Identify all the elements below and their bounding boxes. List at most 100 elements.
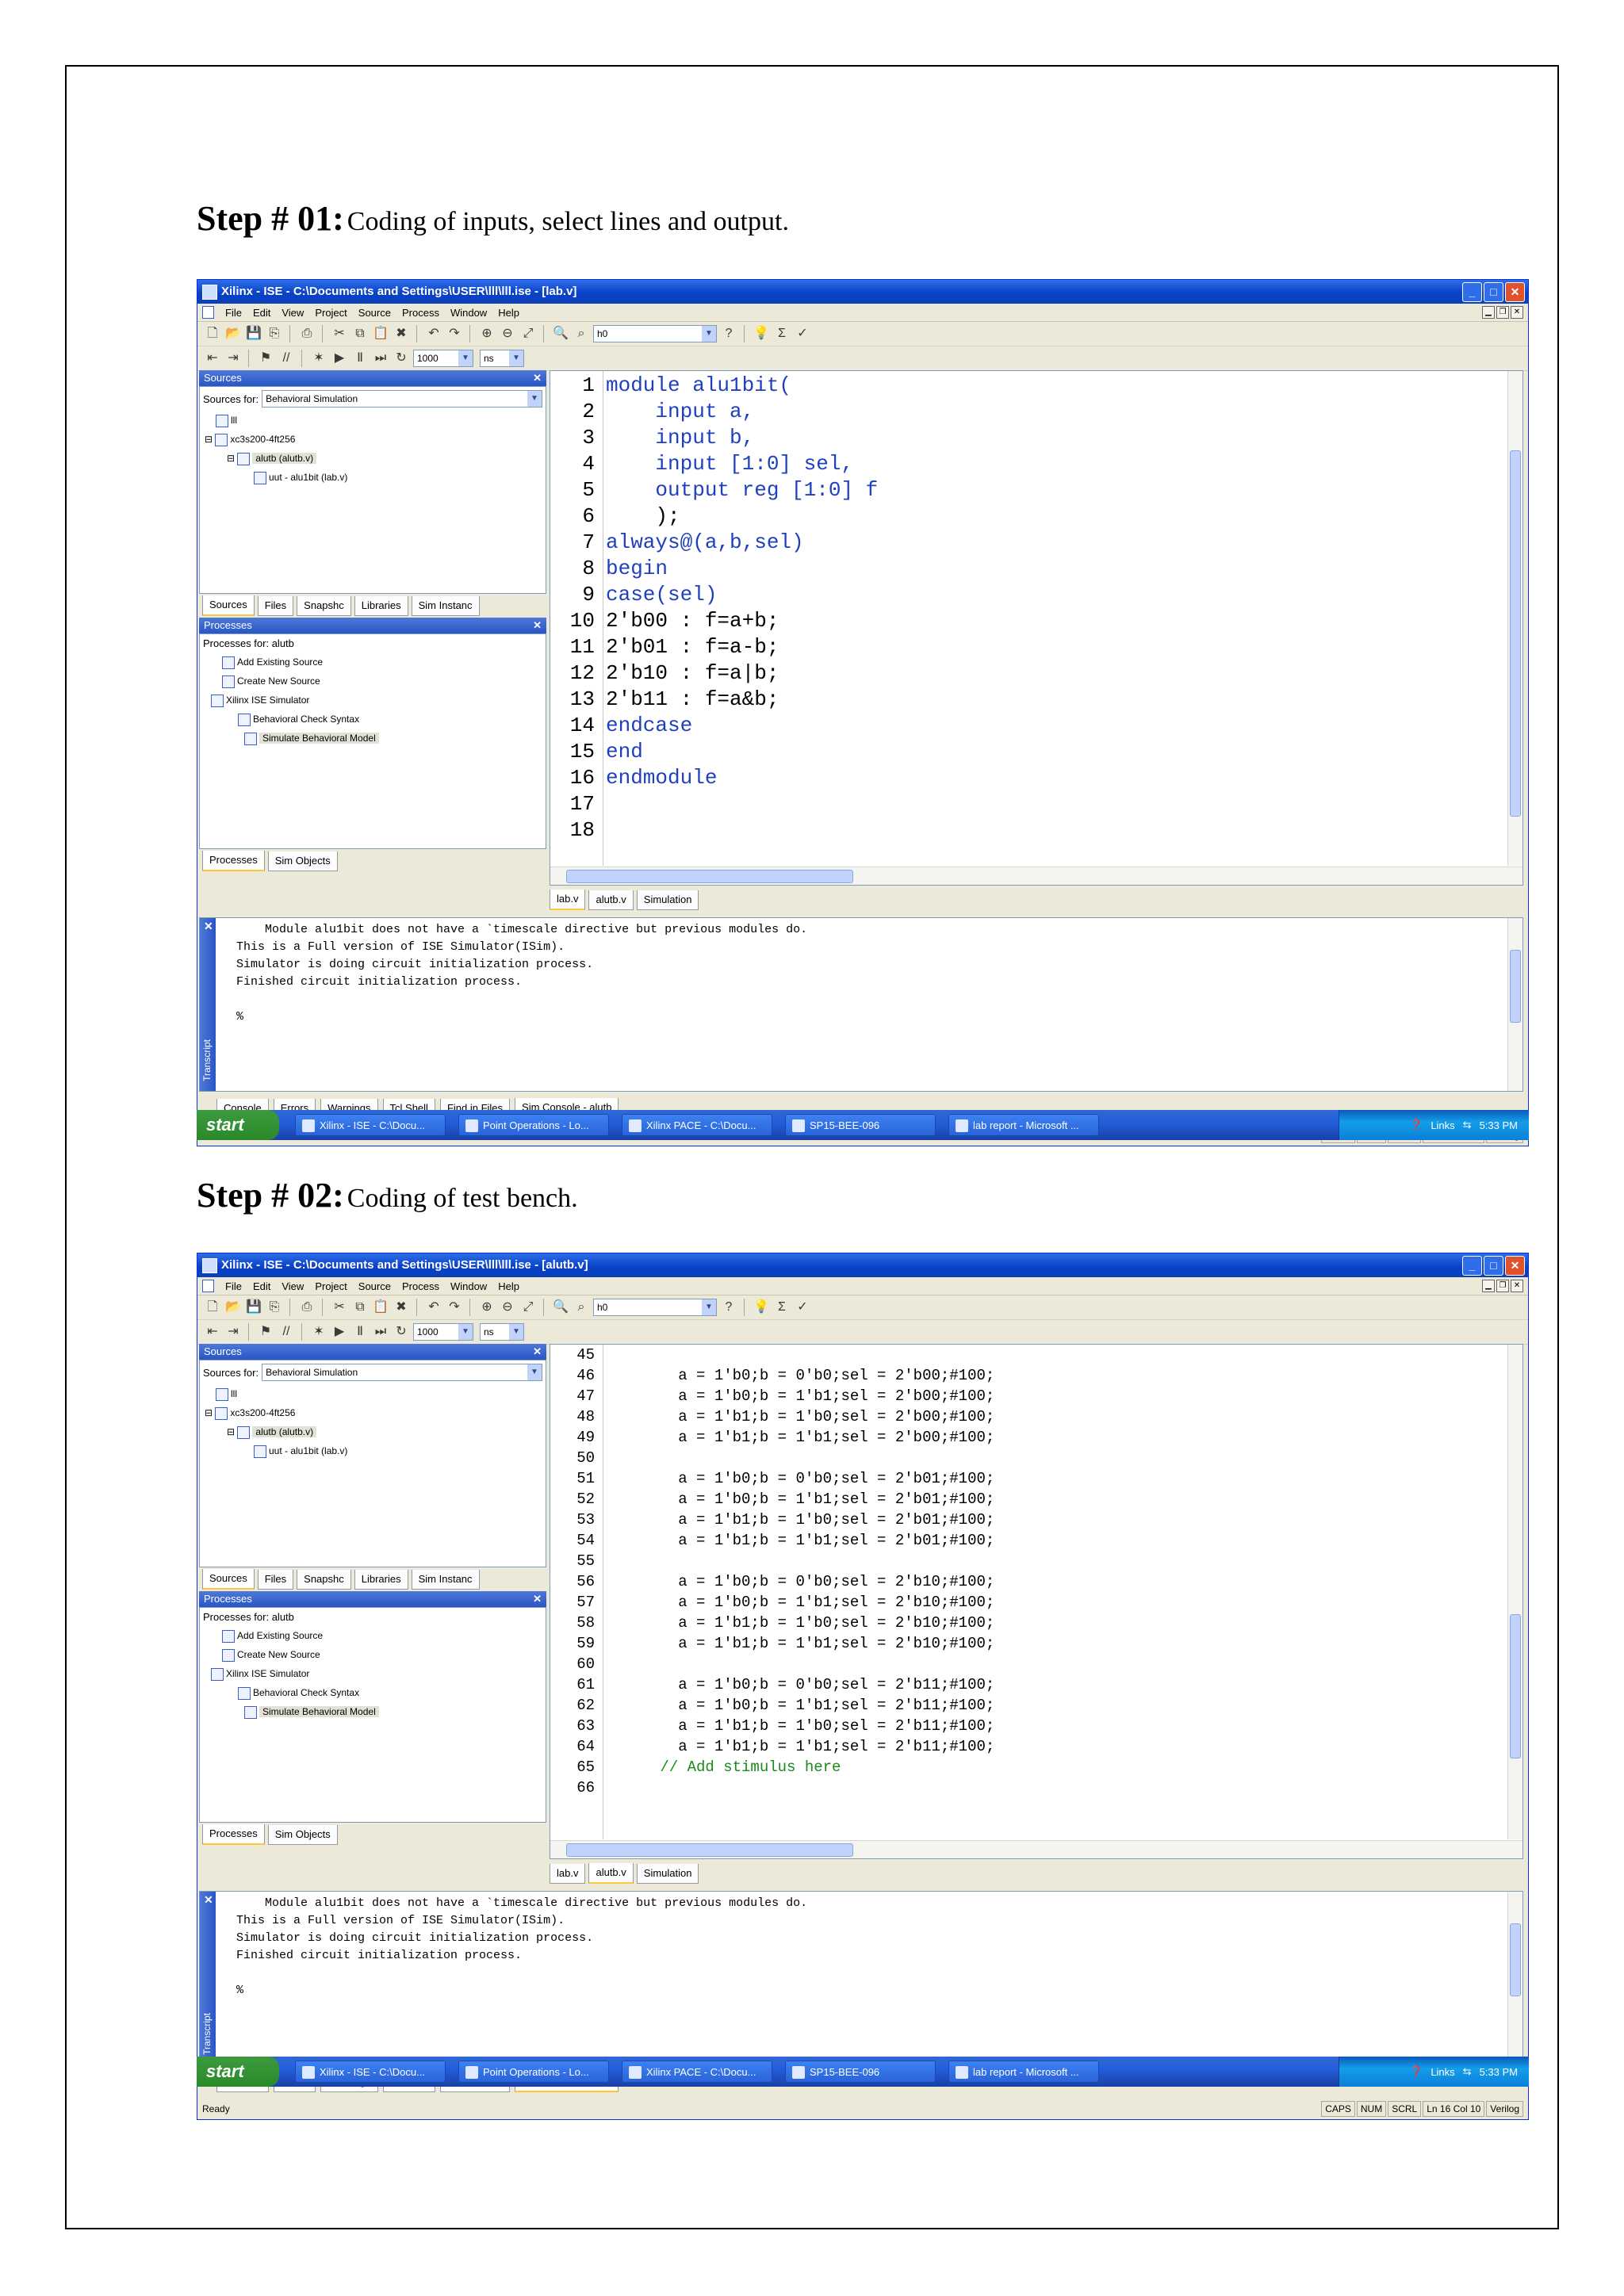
menu-file[interactable]: File: [225, 307, 242, 319]
find-icon[interactable]: 🔍: [552, 1299, 569, 1316]
pause-icon[interactable]: Ⅱ: [351, 350, 369, 367]
open-icon[interactable]: 📂: [224, 325, 242, 342]
links-label[interactable]: Links: [1431, 1119, 1454, 1131]
wand-icon[interactable]: ✶: [310, 1323, 327, 1341]
mdi-close-icon[interactable]: ✕: [1511, 1280, 1523, 1292]
vertical-scrollbar[interactable]: [1507, 1345, 1522, 1839]
tab-libraries[interactable]: Libraries: [354, 1569, 408, 1590]
zoom-fit-icon[interactable]: ⤢: [519, 325, 537, 342]
zoom-in-icon[interactable]: ⊕: [478, 1299, 496, 1316]
process-item[interactable]: Behavioral Check Syntax: [200, 1683, 546, 1702]
process-item[interactable]: Behavioral Check Syntax: [200, 710, 546, 729]
menu-project[interactable]: Project: [315, 307, 347, 319]
tab-alutb-v[interactable]: alutb.v: [588, 890, 634, 910]
network-icon[interactable]: ⇆: [1463, 1119, 1472, 1131]
start-button[interactable]: start: [197, 2057, 279, 2087]
undo-icon[interactable]: ↶: [425, 1299, 442, 1316]
restart-icon[interactable]: ↻: [393, 350, 410, 367]
save-all-icon[interactable]: ⎘: [266, 325, 283, 342]
sources-for-select[interactable]: Behavioral Simulation: [262, 390, 542, 408]
comment-icon[interactable]: //: [278, 350, 295, 367]
tree-node[interactable]: ⊟ xc3s200-4ft256: [200, 430, 546, 449]
vertical-scroll-thumb[interactable]: [1510, 1614, 1521, 1758]
processes-close-icon[interactable]: ✕: [533, 1591, 542, 1607]
taskbar-item[interactable]: Point Operations - Lo...: [458, 1114, 609, 1136]
horizontal-scroll-thumb[interactable]: [566, 1843, 853, 1857]
undo-icon[interactable]: ↶: [425, 325, 442, 342]
menu-view[interactable]: View: [282, 1280, 304, 1292]
menu-source[interactable]: Source: [358, 1280, 391, 1292]
horizontal-scrollbar[interactable]: [550, 1840, 1522, 1858]
find-next-icon[interactable]: ⌕: [573, 1299, 590, 1316]
sim-time-combo[interactable]: 1000: [413, 1323, 473, 1341]
process-item[interactable]: Simulate Behavioral Model: [200, 729, 546, 748]
menu-window[interactable]: Window: [450, 1280, 487, 1292]
taskbar-item[interactable]: lab report - Microsoft ...: [948, 2061, 1099, 2083]
tab-sim-objects[interactable]: Sim Objects: [267, 1824, 338, 1845]
help-icon[interactable]: ?: [720, 325, 737, 342]
mdi-minimize-icon[interactable]: ▁: [1482, 1280, 1495, 1292]
sources-close-icon[interactable]: ✕: [533, 370, 542, 386]
transcript-close-icon[interactable]: ✕: [204, 1893, 213, 1907]
find-combo[interactable]: h0: [593, 325, 717, 342]
new-icon[interactable]: 🗋: [204, 325, 221, 342]
sigma-icon[interactable]: Σ: [773, 325, 791, 342]
save-icon[interactable]: 💾: [245, 325, 262, 342]
paste-icon[interactable]: 📋: [372, 1299, 389, 1316]
start-button[interactable]: start: [197, 1110, 279, 1140]
comment-icon[interactable]: //: [278, 1323, 295, 1341]
new-icon[interactable]: 🗋: [204, 1299, 221, 1316]
find-next-icon[interactable]: ⌕: [573, 325, 590, 342]
menu-process[interactable]: Process: [402, 307, 439, 319]
mdi-restore-icon[interactable]: ❐: [1496, 306, 1509, 319]
minimize-button[interactable]: _: [1462, 1256, 1482, 1276]
outdent-icon[interactable]: ⇥: [224, 350, 242, 367]
copy-icon[interactable]: ⧉: [351, 325, 369, 342]
tab-sources[interactable]: Sources: [202, 1569, 255, 1590]
mdi-close-icon[interactable]: ✕: [1511, 306, 1523, 319]
run-icon[interactable]: ▶: [331, 1323, 348, 1341]
open-icon[interactable]: 📂: [224, 1299, 242, 1316]
tree-node[interactable]: ⊟ alutb (alutb.v): [200, 449, 546, 468]
sources-for-select[interactable]: Behavioral Simulation: [262, 1364, 542, 1381]
transcript-scrollbar[interactable]: [1507, 1892, 1522, 2064]
tree-node[interactable]: uut - alu1bit (lab.v): [200, 468, 546, 487]
sigma-icon[interactable]: Σ: [773, 1299, 791, 1316]
taskbar-item[interactable]: Xilinx - ISE - C:\Docu...: [295, 2061, 446, 2083]
expand-icon[interactable]: ⊟: [205, 1407, 215, 1418]
menu-process[interactable]: Process: [402, 1280, 439, 1292]
mdi-restore-icon[interactable]: ❐: [1496, 1280, 1509, 1292]
process-item[interactable]: Simulate Behavioral Model: [200, 1702, 546, 1721]
taskbar-item[interactable]: Xilinx PACE - C:\Docu...: [622, 1114, 772, 1136]
delete-icon[interactable]: ✖: [393, 1299, 410, 1316]
check-icon[interactable]: ✓: [794, 1299, 811, 1316]
menu-help[interactable]: Help: [498, 307, 519, 319]
tree-node[interactable]: lll: [200, 411, 546, 430]
menu-edit[interactable]: Edit: [253, 1280, 270, 1292]
taskbar-item[interactable]: Point Operations - Lo...: [458, 2061, 609, 2083]
step-icon[interactable]: ⏭: [372, 350, 389, 367]
help-icon[interactable]: ❓: [1410, 2065, 1423, 2078]
run-icon[interactable]: ▶: [331, 350, 348, 367]
find-icon[interactable]: 🔍: [552, 325, 569, 342]
print-icon[interactable]: ⎙: [298, 325, 316, 342]
tab-libraries[interactable]: Libraries: [354, 595, 408, 616]
bookmark-icon[interactable]: ⚑: [257, 1323, 274, 1341]
minimize-button[interactable]: _: [1462, 282, 1482, 302]
tab-sources[interactable]: Sources: [202, 595, 255, 616]
tree-node[interactable]: ⊟ xc3s200-4ft256: [200, 1403, 546, 1422]
sim-unit-combo[interactable]: ns: [480, 350, 524, 367]
sim-time-combo[interactable]: 1000: [413, 350, 473, 367]
taskbar-item[interactable]: SP15-BEE-096: [785, 2061, 936, 2083]
process-item[interactable]: Xilinx ISE Simulator: [200, 691, 546, 710]
tab-lab-v[interactable]: lab.v: [550, 1863, 586, 1884]
restart-icon[interactable]: ↻: [393, 1323, 410, 1341]
close-button[interactable]: ✕: [1505, 1256, 1525, 1276]
tree-node[interactable]: lll: [200, 1384, 546, 1403]
expand-icon[interactable]: ⊟: [205, 434, 215, 445]
taskbar-item[interactable]: SP15-BEE-096: [785, 1114, 936, 1136]
outdent-icon[interactable]: ⇥: [224, 1323, 242, 1341]
zoom-fit-icon[interactable]: ⤢: [519, 1299, 537, 1316]
code-editor[interactable]: 1 2 3 4 5 6 7 8 9 10 11 12 13 14 15 16 17 18 module alu1bi…: [550, 370, 1523, 886]
horizontal-scroll-thumb[interactable]: [566, 870, 853, 883]
